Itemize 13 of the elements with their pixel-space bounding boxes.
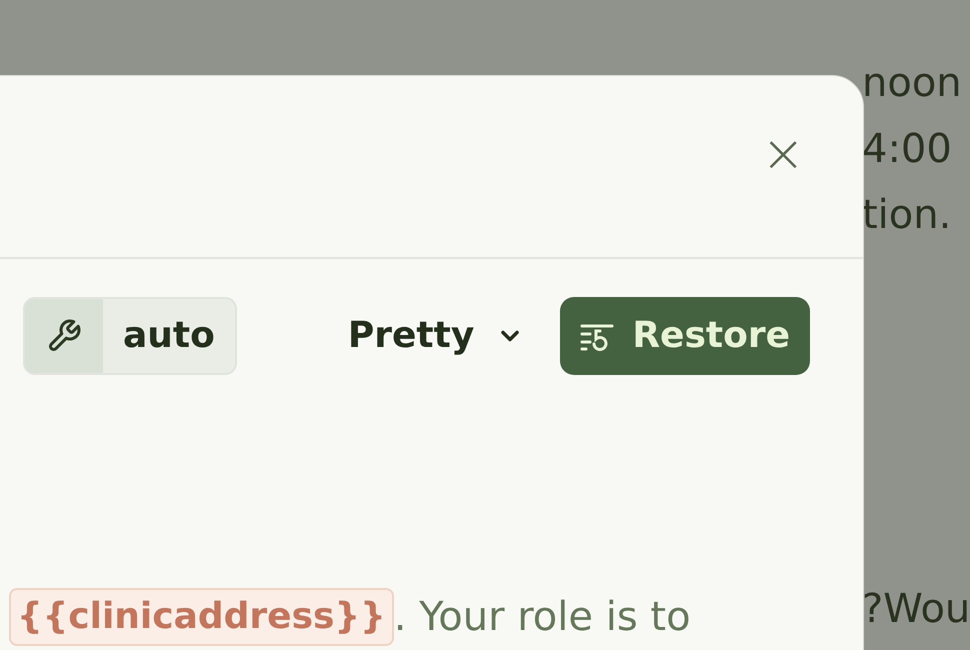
mode-toggle[interactable]: auto <box>23 297 237 375</box>
wrench-icon <box>46 318 82 354</box>
mode-label: auto <box>122 314 216 358</box>
background-text: ?Wou <box>862 586 970 632</box>
background-text: noon <box>862 60 963 106</box>
restore-button[interactable]: Restore <box>560 297 810 375</box>
prompt-text: . Your role is to <box>394 593 691 642</box>
background-text: tion. <box>862 192 952 238</box>
tool-toggle[interactable] <box>25 299 103 373</box>
format-dropdown[interactable]: Pretty <box>348 309 524 363</box>
background-text: 4:00 <box>862 126 953 172</box>
close-button[interactable]: × <box>761 128 805 180</box>
variable-tag: {{clinicaddress}} <box>9 588 394 646</box>
